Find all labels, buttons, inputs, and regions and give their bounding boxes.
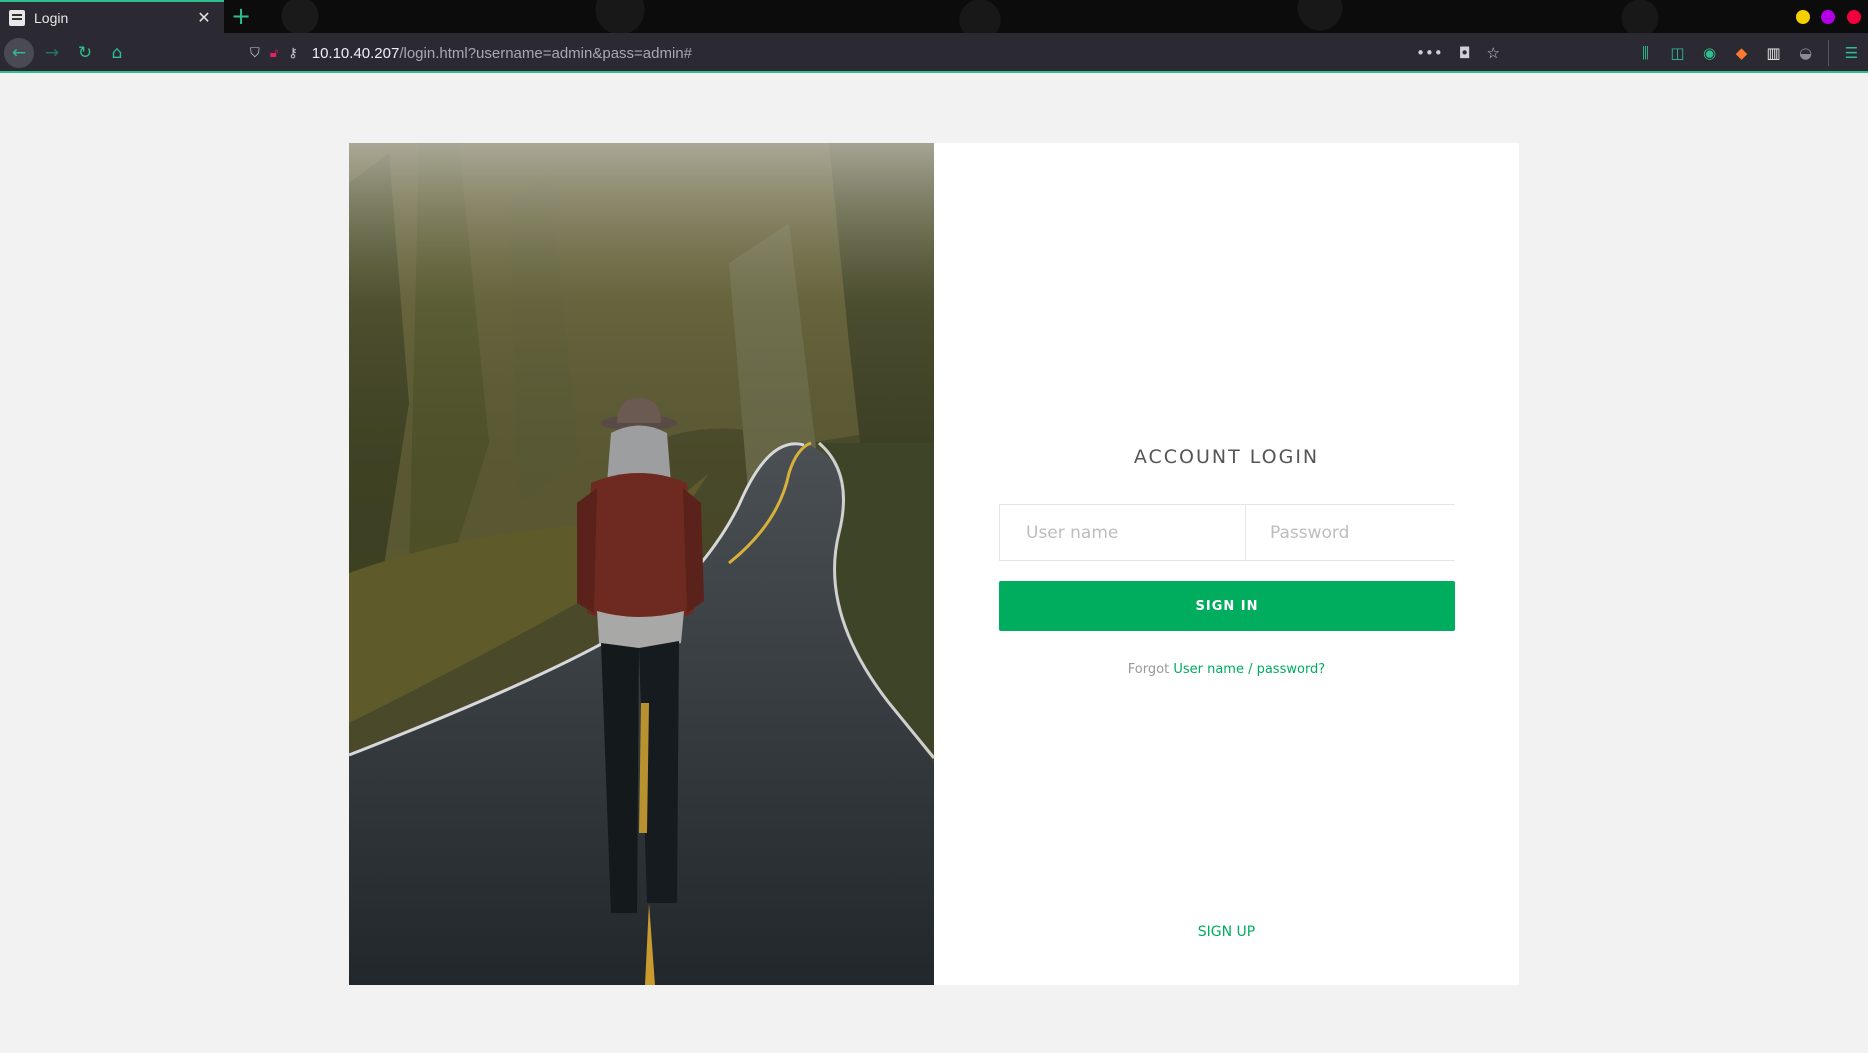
form-title: ACCOUNT LOGIN: [1133, 446, 1320, 468]
foxyproxy-icon[interactable]: ◆: [1732, 44, 1751, 63]
sign-in-button[interactable]: SIGN IN: [999, 581, 1455, 631]
reload-button[interactable]: ↻: [70, 38, 100, 68]
password-input[interactable]: [1245, 505, 1489, 560]
forgot-prefix: Forgot: [1127, 662, 1170, 677]
url-bar[interactable]: ⛉ 🔓︎ ⚷ 10.10.40.207/login.html?username=…: [250, 36, 1500, 70]
minimize-window-button[interactable]: [1796, 10, 1810, 24]
login-form: ACCOUNT LOGIN SIGN IN Forgot User name /…: [934, 143, 1519, 985]
arrow-left-icon: ←: [11, 43, 27, 63]
forgot-credentials-link[interactable]: User name / password?: [1173, 662, 1325, 677]
bookmark-star-icon[interactable]: ☆: [1487, 44, 1500, 62]
url-host: 10.10.40.207: [311, 44, 400, 62]
page-favicon-icon: [9, 9, 25, 26]
key-icon[interactable]: ⚷: [288, 46, 298, 61]
forward-button[interactable]: →: [37, 38, 67, 68]
tab-bar: Login ✕ +: [0, 0, 1868, 33]
pocket-icon[interactable]: ◘: [1459, 44, 1471, 62]
browser-tab[interactable]: Login ✕: [0, 0, 224, 33]
close-tab-icon[interactable]: ✕: [192, 8, 216, 27]
navigation-toolbar: ← → ↻ ⌂ ⛉ 🔓︎ ⚷ 10.10.40.207/login.html?u…: [0, 33, 1868, 73]
sign-up-link[interactable]: SIGN UP: [934, 924, 1519, 940]
login-card: ACCOUNT LOGIN SIGN IN Forgot User name /…: [349, 143, 1519, 985]
tracking-shield-icon[interactable]: ⛉: [250, 46, 260, 61]
insecure-lock-icon[interactable]: 🔓︎: [270, 46, 278, 61]
credential-fields: [999, 504, 1489, 561]
sidebar-icon[interactable]: ◫: [1668, 44, 1687, 63]
toolbar-divider: [1828, 40, 1829, 66]
extension-icon[interactable]: ◒: [1796, 44, 1815, 63]
maximize-window-button[interactable]: [1821, 10, 1835, 24]
username-input[interactable]: [1000, 505, 1245, 560]
arrow-right-icon: →: [44, 43, 60, 63]
reload-icon: ↻: [77, 43, 93, 63]
menu-icon[interactable]: ☰: [1842, 44, 1861, 63]
home-icon: ⌂: [111, 43, 123, 63]
tab-title: Login: [34, 9, 69, 26]
toolbar-extensions: ⫼ ◫ ◉ ◆ ▥ ◒ ☰: [1636, 38, 1861, 68]
home-button[interactable]: ⌂: [102, 38, 132, 68]
page-actions-icon[interactable]: •••: [1416, 44, 1443, 62]
account-icon[interactable]: ◉: [1700, 44, 1719, 63]
new-tab-button[interactable]: +: [230, 2, 252, 30]
back-button[interactable]: ←: [4, 38, 34, 68]
wappalyzer-icon[interactable]: ▥: [1764, 44, 1783, 63]
url-text[interactable]: 10.10.40.207/login.html?username=admin&p…: [312, 45, 692, 62]
url-path: /login.html?username=admin&pass=admin#: [399, 44, 692, 62]
close-window-button[interactable]: [1847, 10, 1861, 24]
forgot-credentials: Forgot User name / password?: [934, 662, 1519, 677]
library-icon[interactable]: ⫼: [1636, 44, 1655, 63]
url-actions: ••• ◘ ☆: [1416, 36, 1500, 70]
road-walker-illustration: [349, 143, 934, 985]
hero-photo: [349, 143, 934, 985]
